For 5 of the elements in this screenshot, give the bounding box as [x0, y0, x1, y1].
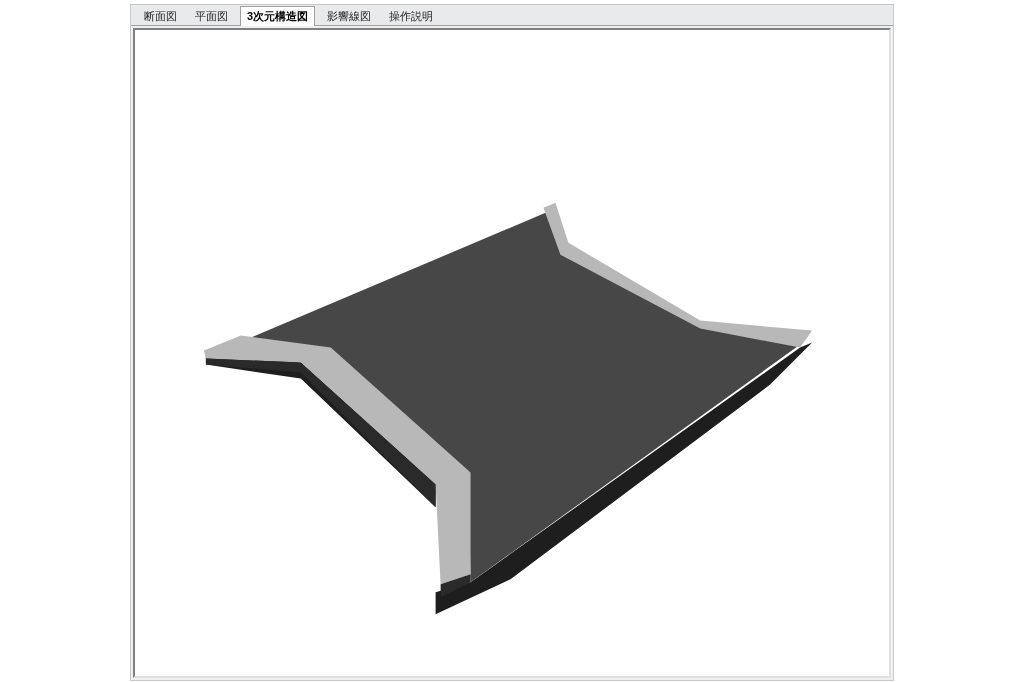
tab[interactable]: 3次元構造図	[240, 5, 316, 26]
tab[interactable]: 影響線図	[321, 6, 378, 25]
tab[interactable]: 平面図	[189, 6, 234, 25]
tab[interactable]: 断面図	[138, 6, 183, 25]
tab[interactable]: 操作説明	[383, 6, 440, 25]
